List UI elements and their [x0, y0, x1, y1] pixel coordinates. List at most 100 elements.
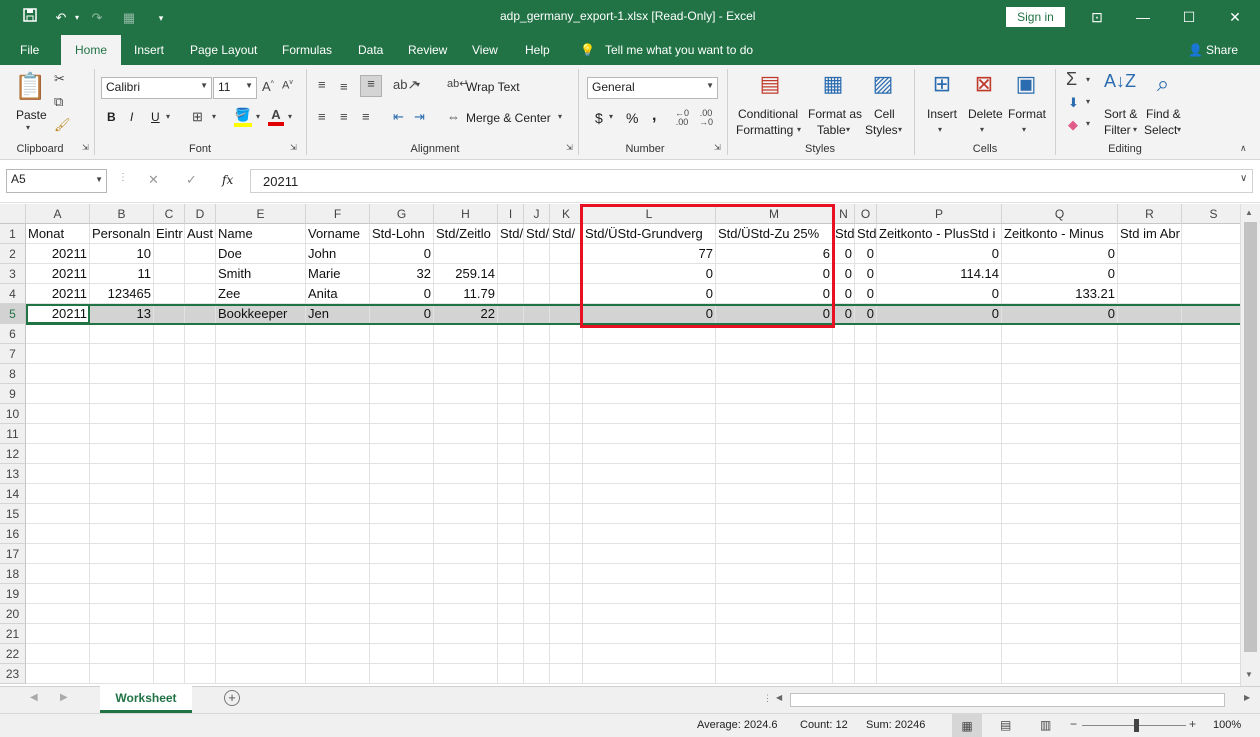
empty-cell[interactable] — [855, 344, 877, 364]
empty-cell[interactable] — [583, 324, 716, 344]
empty-cell[interactable] — [833, 444, 855, 464]
decrease-indent-icon[interactable]: ⇤ — [393, 109, 404, 125]
table-cell[interactable] — [550, 264, 583, 284]
empty-cell[interactable] — [434, 444, 498, 464]
empty-cell[interactable] — [434, 384, 498, 404]
empty-cell[interactable] — [154, 384, 185, 404]
empty-cell[interactable] — [583, 664, 716, 684]
empty-cell[interactable] — [185, 644, 216, 664]
empty-cell[interactable] — [1182, 564, 1240, 584]
empty-cell[interactable] — [877, 404, 1002, 424]
empty-cell[interactable] — [877, 544, 1002, 564]
fill-icon[interactable]: ⬇ — [1068, 95, 1079, 111]
table-cell[interactable]: Jen — [306, 304, 370, 324]
empty-cell[interactable] — [716, 364, 833, 384]
empty-cell[interactable] — [434, 364, 498, 384]
empty-cell[interactable] — [216, 404, 306, 424]
table-cell[interactable]: 77 — [583, 244, 716, 264]
empty-cell[interactable] — [583, 584, 716, 604]
table-cell[interactable]: 0 — [583, 284, 716, 304]
table-cell[interactable] — [1182, 264, 1240, 284]
empty-cell[interactable] — [90, 424, 154, 444]
table-cell[interactable] — [1182, 244, 1240, 264]
table-cell[interactable] — [1118, 244, 1182, 264]
clipboard-launcher-icon[interactable]: ⇲ — [82, 143, 89, 152]
empty-cell[interactable] — [90, 584, 154, 604]
empty-cell[interactable] — [370, 624, 434, 644]
empty-cell[interactable] — [90, 344, 154, 364]
column-header-f[interactable]: F — [306, 204, 370, 224]
table-cell[interactable]: 0 — [716, 284, 833, 304]
empty-cell[interactable] — [1118, 604, 1182, 624]
empty-cell[interactable] — [1182, 364, 1240, 384]
row-header-6[interactable]: 6 — [0, 324, 26, 344]
empty-cell[interactable] — [498, 524, 524, 544]
number-format-select[interactable]: General ▼ — [587, 77, 718, 99]
table-cell[interactable] — [154, 304, 185, 324]
empty-cell[interactable] — [524, 504, 550, 524]
column-header-p[interactable]: P — [877, 204, 1002, 224]
insert-function-button[interactable]: fx — [222, 173, 233, 187]
empty-cell[interactable] — [216, 484, 306, 504]
empty-cell[interactable] — [216, 364, 306, 384]
empty-cell[interactable] — [26, 484, 90, 504]
empty-cell[interactable] — [370, 604, 434, 624]
empty-cell[interactable] — [90, 464, 154, 484]
delete-dropdown-icon[interactable]: ▾ — [980, 125, 984, 134]
empty-cell[interactable] — [583, 624, 716, 644]
increase-indent-icon[interactable]: ⇥ — [414, 109, 425, 125]
empty-cell[interactable] — [550, 544, 583, 564]
empty-cell[interactable] — [833, 384, 855, 404]
row-header-18[interactable]: 18 — [0, 564, 26, 584]
empty-cell[interactable] — [550, 424, 583, 444]
empty-cell[interactable] — [877, 464, 1002, 484]
empty-cell[interactable] — [90, 664, 154, 684]
empty-cell[interactable] — [1118, 524, 1182, 544]
increase-decimal-icon[interactable]: ←0.00 — [675, 109, 689, 127]
empty-cell[interactable] — [498, 464, 524, 484]
empty-cell[interactable] — [1002, 464, 1118, 484]
empty-cell[interactable] — [550, 644, 583, 664]
empty-cell[interactable] — [90, 644, 154, 664]
table-cell[interactable] — [524, 284, 550, 304]
empty-cell[interactable] — [716, 344, 833, 364]
empty-cell[interactable] — [716, 624, 833, 644]
table-cell[interactable]: Aust — [185, 224, 216, 244]
empty-cell[interactable] — [154, 524, 185, 544]
conditional-formatting-label-2[interactable]: Formatting — [736, 123, 793, 137]
page-layout-view-icon[interactable]: ▤ — [1000, 718, 1011, 732]
empty-cell[interactable] — [434, 524, 498, 544]
empty-cell[interactable] — [1118, 644, 1182, 664]
empty-cell[interactable] — [306, 584, 370, 604]
empty-cell[interactable] — [550, 444, 583, 464]
empty-cell[interactable] — [524, 564, 550, 584]
empty-cell[interactable] — [154, 464, 185, 484]
paste-icon[interactable]: 📋 — [14, 71, 46, 105]
table-cell[interactable] — [185, 304, 216, 324]
empty-cell[interactable] — [370, 424, 434, 444]
table-cell[interactable]: Smith — [216, 264, 306, 284]
empty-cell[interactable] — [1182, 424, 1240, 444]
merge-center-icon[interactable]: ⇔ — [447, 109, 460, 124]
row-header-8[interactable]: 8 — [0, 364, 26, 384]
empty-cell[interactable] — [26, 564, 90, 584]
table-cell[interactable]: 6 — [716, 244, 833, 264]
empty-cell[interactable] — [306, 504, 370, 524]
empty-cell[interactable] — [855, 604, 877, 624]
empty-cell[interactable] — [370, 464, 434, 484]
empty-cell[interactable] — [550, 344, 583, 364]
empty-cell[interactable] — [216, 664, 306, 684]
empty-cell[interactable] — [498, 664, 524, 684]
empty-cell[interactable] — [716, 564, 833, 584]
empty-cell[interactable] — [26, 584, 90, 604]
empty-cell[interactable] — [216, 544, 306, 564]
empty-cell[interactable] — [498, 444, 524, 464]
empty-cell[interactable] — [216, 624, 306, 644]
table-cell[interactable]: 0 — [877, 304, 1002, 324]
empty-cell[interactable] — [833, 464, 855, 484]
empty-cell[interactable] — [370, 364, 434, 384]
empty-cell[interactable] — [583, 384, 716, 404]
empty-cell[interactable] — [1118, 404, 1182, 424]
empty-cell[interactable] — [306, 464, 370, 484]
table-cell[interactable]: Std/ — [550, 224, 583, 244]
